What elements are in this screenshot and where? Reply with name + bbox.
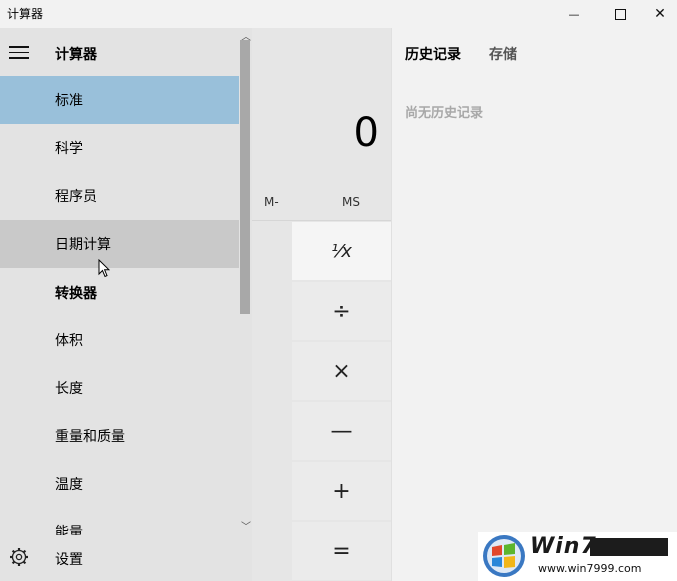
memory-store-button[interactable]: MS bbox=[342, 195, 360, 209]
key-column-partial bbox=[252, 282, 292, 581]
nav-item-label: 长度 bbox=[55, 381, 83, 397]
settings-label: 设置 bbox=[55, 552, 83, 568]
display-value: 0 bbox=[353, 110, 379, 156]
history-empty-message: 尚无历史记录 bbox=[405, 106, 484, 121]
add-button[interactable]: + bbox=[292, 462, 391, 520]
nav-item-standard[interactable]: 标准 bbox=[0, 76, 239, 124]
close-icon: ✕ bbox=[654, 6, 666, 22]
minimize-button[interactable]: — bbox=[551, 0, 597, 28]
app-title: 计算器 bbox=[7, 7, 44, 21]
reciprocal-button[interactable]: ¹⁄x bbox=[292, 222, 391, 280]
memory-divider bbox=[252, 220, 391, 221]
watermark-url: www.win7999.com bbox=[538, 562, 642, 575]
watermark-text: Win7 bbox=[530, 534, 597, 559]
hamburger-menu-icon[interactable] bbox=[9, 46, 29, 59]
nav-item-label: 程序员 bbox=[55, 189, 97, 205]
history-pane: 历史记录 存储 尚无历史记录 bbox=[391, 28, 677, 581]
minimize-icon: — bbox=[568, 7, 580, 21]
nav-item-label: 能量 bbox=[55, 525, 83, 535]
settings-button[interactable]: 设置 bbox=[0, 535, 252, 581]
nav-item-scientific[interactable]: 科学 bbox=[0, 124, 239, 172]
watermark-banner bbox=[590, 538, 668, 556]
nav-item-weight-mass[interactable]: 重量和质量 bbox=[0, 412, 239, 460]
scroll-thumb[interactable] bbox=[240, 40, 250, 314]
nav-item-energy[interactable]: 能量 bbox=[0, 508, 239, 535]
watermark: Win7 www.win7999.com bbox=[478, 532, 677, 581]
memory-subtract-button[interactable]: M- bbox=[264, 195, 279, 209]
nav-scrollbar[interactable]: ︿ ﹀ bbox=[239, 28, 252, 533]
nav-item-length[interactable]: 长度 bbox=[0, 364, 239, 412]
nav-item-programmer[interactable]: 程序员 bbox=[0, 172, 239, 220]
equals-button[interactable]: = bbox=[292, 522, 391, 580]
maximize-icon bbox=[614, 8, 626, 20]
tab-memory[interactable]: 存储 bbox=[489, 44, 517, 64]
nav-title: 计算器 bbox=[55, 47, 97, 63]
divide-button[interactable]: ÷ bbox=[292, 282, 391, 340]
memory-row: M- MS bbox=[252, 190, 391, 220]
nav-section-converter: 转换器 bbox=[0, 269, 239, 317]
subtract-button[interactable]: — bbox=[292, 402, 391, 460]
maximize-button[interactable] bbox=[597, 0, 643, 28]
close-button[interactable]: ✕ bbox=[643, 0, 677, 28]
nav-item-date-calculation[interactable]: 日期计算 bbox=[0, 220, 239, 268]
title-bar: 计算器 — ✕ bbox=[0, 0, 677, 28]
nav-section-label: 转换器 bbox=[55, 286, 97, 302]
nav-item-label: 科学 bbox=[55, 141, 83, 157]
multiply-button[interactable]: × bbox=[292, 342, 391, 400]
nav-header: 计算器 bbox=[0, 28, 252, 76]
mouse-cursor-icon bbox=[98, 259, 110, 278]
nav-item-label: 温度 bbox=[55, 477, 83, 493]
windows-logo-icon bbox=[483, 535, 525, 577]
navigation-pane: 计算器 标准 科学 程序员 日期计算 转换器 体积 长度 重量和质量 温度 能量… bbox=[0, 28, 252, 581]
nav-item-temperature[interactable]: 温度 bbox=[0, 460, 239, 508]
nav-item-label: 重量和质量 bbox=[55, 429, 125, 445]
nav-item-label: 日期计算 bbox=[55, 237, 111, 253]
nav-item-volume[interactable]: 体积 bbox=[0, 316, 239, 364]
nav-item-label: 标准 bbox=[55, 93, 83, 109]
tab-history[interactable]: 历史记录 bbox=[405, 44, 461, 64]
scroll-down-icon[interactable]: ﹀ bbox=[241, 518, 251, 533]
gear-icon bbox=[10, 548, 28, 566]
nav-item-label: 体积 bbox=[55, 333, 83, 349]
